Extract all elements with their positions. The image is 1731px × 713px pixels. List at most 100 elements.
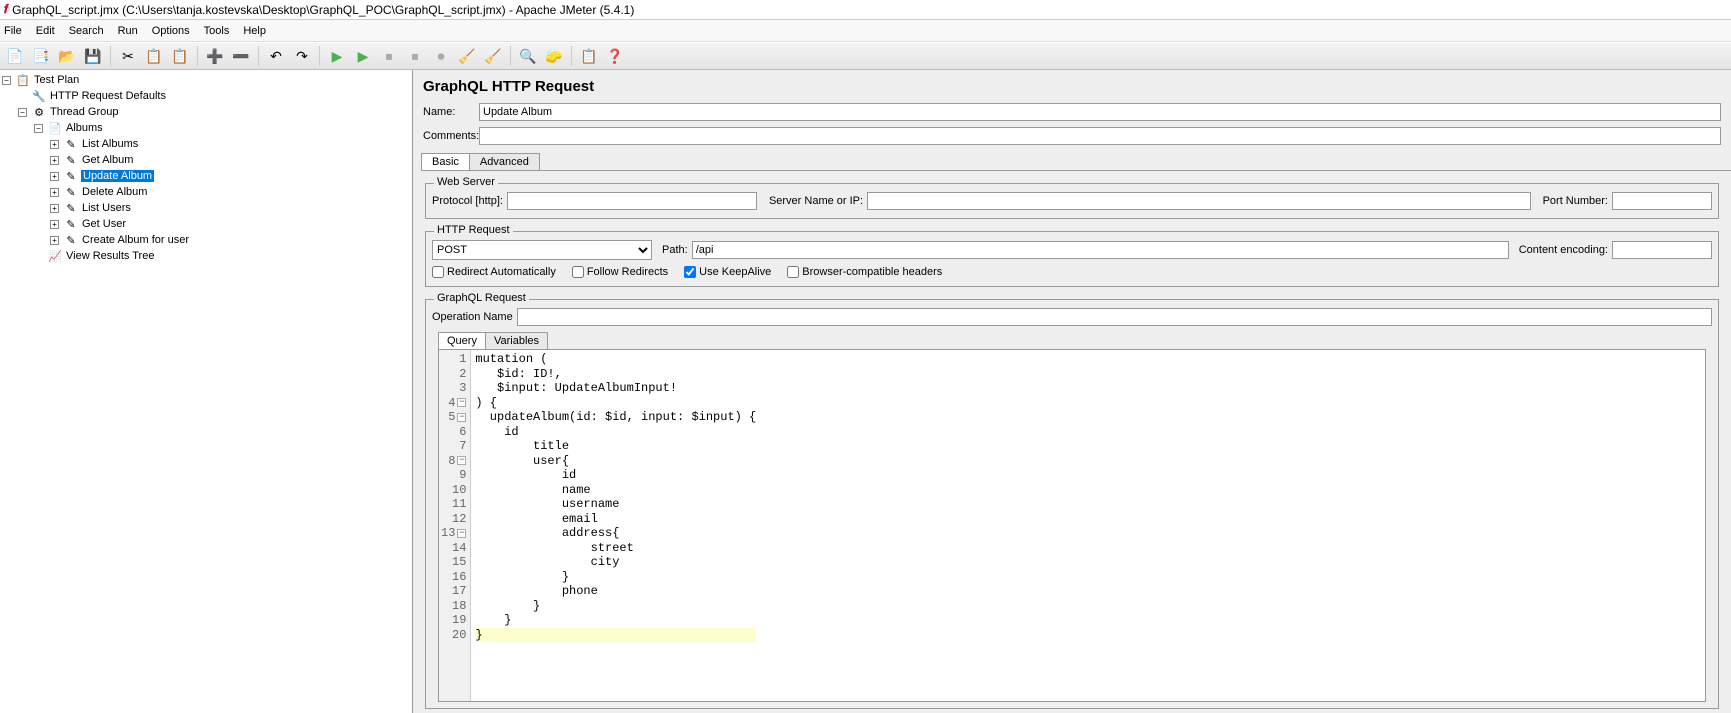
tree-label: Update Album [81, 170, 154, 182]
encoding-input[interactable] [1612, 241, 1712, 259]
keepalive-checkbox[interactable]: Use KeepAlive [684, 266, 771, 278]
tree-toggle-icon[interactable]: + [50, 140, 59, 149]
code-line[interactable]: title [475, 439, 756, 454]
search-icon[interactable]: 🔍 [517, 45, 539, 67]
server-input[interactable] [867, 192, 1531, 210]
graphql-fieldset: GraphQL Request Operation Name QueryVari… [425, 299, 1719, 709]
method-select[interactable]: POST [432, 240, 652, 260]
tree-item-albums[interactable]: −📄Albums [0, 120, 412, 136]
run-icon[interactable]: ▶ [326, 45, 348, 67]
code-line[interactable]: phone [475, 584, 756, 599]
tab-advanced[interactable]: Advanced [469, 153, 540, 170]
tree-item-test-plan[interactable]: −📋Test Plan [0, 72, 412, 88]
tree-item-create-album-for-user[interactable]: +✎Create Album for user [0, 232, 412, 248]
code-line[interactable]: username [475, 497, 756, 512]
editor-panel: GraphQL HTTP Request Name: Comments: Bas… [413, 70, 1731, 713]
tree-item-thread-group[interactable]: −⚙Thread Group [0, 104, 412, 120]
code-line[interactable]: updateAlbum(id: $id, input: $input) { [475, 410, 756, 425]
tree-toggle-icon[interactable]: + [50, 188, 59, 197]
menu-help[interactable]: Help [243, 25, 266, 37]
tree-toggle-icon[interactable]: − [2, 76, 11, 85]
menu-tools[interactable]: Tools [204, 25, 230, 37]
fold-icon[interactable]: − [457, 456, 466, 465]
code-line[interactable]: email [475, 512, 756, 527]
run-noTimer-icon[interactable]: ▶ [352, 45, 374, 67]
code-line[interactable]: street [475, 541, 756, 556]
menu-search[interactable]: Search [69, 25, 104, 37]
code-line[interactable]: ) { [475, 396, 756, 411]
tree-toggle-icon[interactable]: + [50, 156, 59, 165]
code-line[interactable]: $input: UpdateAlbumInput! [475, 381, 756, 396]
code-line[interactable]: } [475, 599, 756, 614]
tree-toggle-icon[interactable]: + [50, 236, 59, 245]
menu-run[interactable]: Run [118, 25, 138, 37]
toggle-icon[interactable]: ⏺ [430, 45, 452, 67]
new-icon[interactable]: 📄 [4, 45, 26, 67]
code-line[interactable]: name [475, 483, 756, 498]
clear-all-icon[interactable]: 🧹 [482, 45, 504, 67]
subtab-query[interactable]: Query [438, 332, 486, 349]
protocol-input[interactable] [507, 192, 757, 210]
undo-icon[interactable]: ↶ [265, 45, 287, 67]
redirect-auto-checkbox[interactable]: Redirect Automatically [432, 266, 556, 278]
cut-icon[interactable]: ✂ [117, 45, 139, 67]
code-area[interactable]: mutation ( $id: ID!, $input: UpdateAlbum… [471, 350, 760, 701]
tree-toggle-icon[interactable]: + [50, 172, 59, 181]
code-line[interactable]: address{ [475, 526, 756, 541]
tab-basic[interactable]: Basic [421, 153, 470, 170]
save-icon[interactable]: 💾 [82, 45, 104, 67]
tree-item-update-album[interactable]: +✎Update Album [0, 168, 412, 184]
tree-toggle-icon[interactable]: + [50, 204, 59, 213]
templates-icon[interactable]: 📑 [30, 45, 52, 67]
paste-icon[interactable]: 📋 [169, 45, 191, 67]
menu-edit[interactable]: Edit [36, 25, 55, 37]
code-line[interactable]: } [475, 628, 756, 643]
tree-item-list-users[interactable]: +✎List Users [0, 200, 412, 216]
port-input[interactable] [1612, 192, 1712, 210]
code-editor[interactable]: 1234−5−678−910111213−14151617181920 muta… [438, 349, 1706, 702]
reset-search-icon[interactable]: 🧽 [543, 45, 565, 67]
menu-file[interactable]: File [4, 25, 22, 37]
tree-item-get-user[interactable]: +✎Get User [0, 216, 412, 232]
code-line[interactable]: } [475, 613, 756, 628]
add-icon[interactable]: ➕ [204, 45, 226, 67]
tree-item-http-request-defaults[interactable]: 🔧HTTP Request Defaults [0, 88, 412, 104]
redo-icon[interactable]: ↷ [291, 45, 313, 67]
name-input[interactable] [479, 103, 1721, 121]
code-line[interactable]: mutation ( [475, 352, 756, 367]
tree-toggle-icon[interactable]: − [18, 108, 27, 117]
tree-item-delete-album[interactable]: +✎Delete Album [0, 184, 412, 200]
menu-options[interactable]: Options [152, 25, 190, 37]
opname-input[interactable] [517, 308, 1712, 326]
code-line[interactable]: $id: ID!, [475, 367, 756, 382]
fold-icon[interactable]: − [457, 398, 466, 407]
code-line[interactable]: city [475, 555, 756, 570]
function-helper-icon[interactable]: 📋 [578, 45, 600, 67]
subtab-variables[interactable]: Variables [485, 332, 548, 349]
fold-icon[interactable]: − [457, 413, 466, 422]
help-icon[interactable]: ❓ [604, 45, 626, 67]
code-line[interactable]: } [475, 570, 756, 585]
tree-item-list-albums[interactable]: +✎List Albums [0, 136, 412, 152]
shutdown-icon[interactable]: ⏹ [404, 45, 426, 67]
tree-toggle-icon[interactable]: + [50, 220, 59, 229]
remove-icon[interactable]: ➖ [230, 45, 252, 67]
browser-compat-checkbox[interactable]: Browser-compatible headers [787, 266, 942, 278]
copy-icon[interactable]: 📋 [143, 45, 165, 67]
fold-icon[interactable]: − [457, 529, 466, 538]
code-line[interactable]: id [475, 425, 756, 440]
code-line[interactable]: user{ [475, 454, 756, 469]
clear-icon[interactable]: 🧹 [456, 45, 478, 67]
code-line[interactable]: id [475, 468, 756, 483]
tree-toggle-icon[interactable]: − [34, 124, 43, 133]
comments-input[interactable] [479, 127, 1721, 145]
tree-item-get-album[interactable]: +✎Get Album [0, 152, 412, 168]
tree-item-view-results-tree[interactable]: 📈View Results Tree [0, 248, 412, 264]
tree-panel[interactable]: −📋Test Plan🔧HTTP Request Defaults−⚙Threa… [0, 70, 413, 713]
stop-icon[interactable]: ⏹ [378, 45, 400, 67]
follow-redirects-checkbox[interactable]: Follow Redirects [572, 266, 668, 278]
title-bar: 𝒇 GraphQL_script.jmx (C:\Users\tanja.kos… [0, 0, 1731, 20]
gutter-line: 6 [441, 425, 466, 440]
path-input[interactable] [692, 241, 1509, 259]
open-icon[interactable]: 📂 [56, 45, 78, 67]
